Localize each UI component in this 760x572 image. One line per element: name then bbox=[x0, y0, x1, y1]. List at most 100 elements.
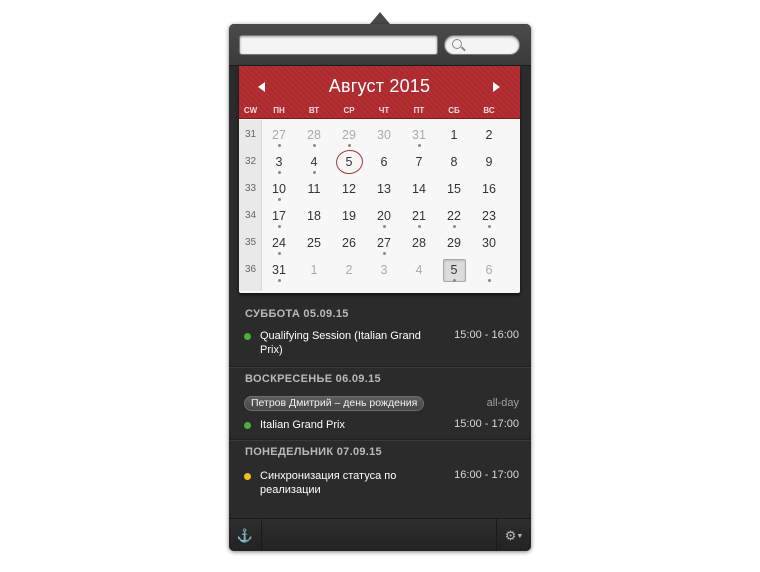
event-indicator-dot bbox=[488, 225, 491, 228]
day-number: 1 bbox=[310, 263, 318, 277]
anchor-button[interactable]: ⚓ bbox=[229, 519, 262, 551]
day-cell[interactable]: 12 bbox=[332, 176, 366, 203]
day-cell-selected[interactable]: 5 bbox=[437, 257, 471, 284]
event-indicator-dot bbox=[278, 171, 281, 174]
day-header-monday: ПОНЕДЕЛЬНИК 07.09.15 bbox=[245, 446, 382, 458]
day-cell[interactable]: 28 bbox=[402, 230, 436, 257]
day-cell[interactable]: 3 bbox=[262, 149, 296, 176]
day-cell[interactable]: 24 bbox=[262, 230, 296, 257]
day-cell[interactable]: 10 bbox=[262, 176, 296, 203]
day-cell[interactable]: 13 bbox=[367, 176, 401, 203]
bottom-toolbar: ⚓ ⚙▼ bbox=[229, 518, 531, 551]
day-number: 19 bbox=[342, 209, 356, 223]
day-cell[interactable]: 20 bbox=[367, 203, 401, 230]
day-number: 15 bbox=[447, 182, 461, 196]
chevron-down-icon: ▼ bbox=[516, 533, 524, 541]
event-indicator-dot bbox=[453, 279, 456, 282]
event-sync-status[interactable]: Синхронизация статуса по реализации 16:0… bbox=[229, 469, 531, 501]
day-cell[interactable]: 21 bbox=[402, 203, 436, 230]
day-cell[interactable]: 6 bbox=[472, 257, 506, 284]
day-cell[interactable]: 14 bbox=[402, 176, 436, 203]
birthday-badge: Петров Дмитрий – день рождения bbox=[244, 396, 425, 411]
search-icon bbox=[452, 39, 462, 49]
day-cell[interactable]: 1 bbox=[437, 122, 471, 149]
event-italian-gp[interactable]: Italian Grand Prix 15:00 - 17:00 bbox=[229, 418, 531, 434]
day-cell[interactable]: 31 bbox=[402, 122, 436, 149]
day-cell[interactable]: 26 bbox=[332, 230, 366, 257]
calendar-color-dot bbox=[244, 473, 251, 480]
day-cell[interactable]: 8 bbox=[437, 149, 471, 176]
event-time: 16:00 - 17:00 bbox=[454, 469, 519, 481]
top-bar bbox=[229, 24, 531, 66]
day-cell[interactable]: 6 bbox=[367, 149, 401, 176]
event-indicator-dot bbox=[383, 252, 386, 255]
day-cell[interactable]: 29 bbox=[332, 122, 366, 149]
day-cell[interactable]: 2 bbox=[472, 122, 506, 149]
weekday-label: СБ bbox=[448, 106, 460, 115]
day-cell[interactable]: 1 bbox=[297, 257, 331, 284]
anchor-icon: ⚓ bbox=[236, 528, 254, 543]
quick-event-input[interactable] bbox=[239, 35, 438, 55]
day-cell[interactable]: 29 bbox=[437, 230, 471, 257]
day-cell[interactable]: 19 bbox=[332, 203, 366, 230]
day-number: 30 bbox=[482, 236, 496, 250]
day-cell[interactable]: 9 bbox=[472, 149, 506, 176]
event-title: Italian Grand Prix bbox=[260, 419, 345, 431]
day-cell[interactable]: 22 bbox=[437, 203, 471, 230]
event-indicator-dot bbox=[313, 144, 316, 147]
calendar-color-dot bbox=[244, 333, 251, 340]
day-cell[interactable]: 7 bbox=[402, 149, 436, 176]
day-cell[interactable]: 17 bbox=[262, 203, 296, 230]
next-month-button[interactable] bbox=[493, 82, 500, 92]
weekday-label: ПТ bbox=[413, 106, 425, 115]
calendar-header: Август 2015 CW ПН ВТ СР ЧТ ПТ СБ ВС bbox=[239, 66, 520, 119]
weekday-header-row: CW ПН ВТ СР ЧТ ПТ СБ ВС bbox=[239, 106, 520, 118]
day-number: 13 bbox=[377, 182, 391, 196]
day-cell[interactable]: 31 bbox=[262, 257, 296, 284]
day-cell[interactable]: 11 bbox=[297, 176, 331, 203]
search-field[interactable] bbox=[444, 35, 520, 55]
event-indicator-dot bbox=[488, 279, 491, 282]
day-cell[interactable]: 27 bbox=[367, 230, 401, 257]
event-time: all-day bbox=[486, 397, 519, 409]
day-cell[interactable]: 2 bbox=[332, 257, 366, 284]
weekday-label: ПН bbox=[273, 106, 285, 115]
event-indicator-dot bbox=[418, 144, 421, 147]
day-number: 9 bbox=[485, 155, 493, 169]
day-number: 30 bbox=[377, 128, 391, 142]
event-time: 15:00 - 17:00 bbox=[454, 418, 519, 430]
event-indicator-dot bbox=[278, 279, 281, 282]
day-number: 6 bbox=[380, 155, 388, 169]
day-cell[interactable]: 27 bbox=[262, 122, 296, 149]
day-cell[interactable]: 4 bbox=[297, 149, 331, 176]
weekday-label: СР bbox=[343, 106, 355, 115]
day-cell[interactable]: 15 bbox=[437, 176, 471, 203]
settings-menu-button[interactable]: ⚙▼ bbox=[496, 519, 531, 551]
day-cell[interactable]: 28 bbox=[297, 122, 331, 149]
day-cell[interactable]: 4 bbox=[402, 257, 436, 284]
weekday-label: CW bbox=[243, 106, 258, 115]
event-title: Qualifying Session (Italian Grand Prix) bbox=[260, 330, 421, 356]
event-indicator-dot bbox=[278, 144, 281, 147]
weekday-label: ЧТ bbox=[378, 106, 390, 115]
day-cell[interactable]: 3 bbox=[367, 257, 401, 284]
calendar-popover: Август 2015 CW ПН ВТ СР ЧТ ПТ СБ ВС 31 32 33 34 35 3… bbox=[229, 24, 531, 551]
day-number: 7 bbox=[415, 155, 423, 169]
event-birthday[interactable]: Петров Дмитрий – день рождения all-day bbox=[229, 396, 531, 413]
day-number: 28 bbox=[412, 236, 426, 250]
day-cell[interactable]: 30 bbox=[472, 230, 506, 257]
event-indicator-dot bbox=[278, 225, 281, 228]
day-number: 26 bbox=[342, 236, 356, 250]
day-cell[interactable]: 18 bbox=[297, 203, 331, 230]
event-indicator-dot bbox=[383, 225, 386, 228]
weekday-label: ВС bbox=[483, 106, 495, 115]
day-cell[interactable]: 23 bbox=[472, 203, 506, 230]
day-cell-today[interactable]: 5 bbox=[332, 148, 366, 176]
divider bbox=[229, 366, 531, 367]
day-cell[interactable]: 30 bbox=[367, 122, 401, 149]
day-cell[interactable]: 25 bbox=[297, 230, 331, 257]
day-number: 1 bbox=[450, 128, 458, 142]
event-qualifying[interactable]: Qualifying Session (Italian Grand Prix) … bbox=[229, 329, 531, 361]
day-cell[interactable]: 16 bbox=[472, 176, 506, 203]
event-list: СУББОТА 05.09.15 Qualifying Session (Ita… bbox=[229, 300, 531, 518]
